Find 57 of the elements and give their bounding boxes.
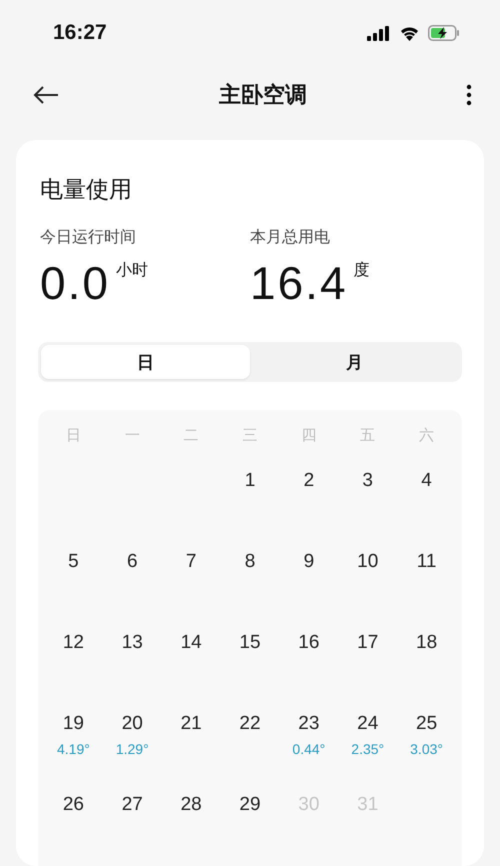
calendar-day[interactable]: 6 — [126, 551, 138, 573]
back-button[interactable] — [32, 85, 60, 105]
stat-value: 16.4 — [250, 260, 348, 306]
calendar-day[interactable]: 23 — [298, 713, 320, 735]
calendar-day[interactable]: 17 — [357, 632, 378, 654]
weekday-label: 三 — [242, 426, 258, 446]
stat-label: 今日运行时间 — [40, 227, 137, 248]
day-usage: 2.35° — [351, 741, 384, 757]
day-usage: 1.29° — [116, 741, 149, 757]
calendar-day[interactable]: 5 — [68, 551, 79, 573]
weekday-label: 日 — [66, 426, 81, 446]
calendar-day[interactable]: 9 — [304, 551, 314, 573]
weekday-label: 五 — [360, 426, 376, 446]
day-usage: 4.19° — [56, 741, 90, 757]
calendar-day[interactable]: 16 — [298, 632, 320, 654]
period-tab[interactable]: 日 — [41, 345, 250, 379]
weekday-label: 六 — [419, 426, 434, 446]
calendar-day[interactable]: 7 — [186, 551, 196, 573]
calendar-day[interactable]: 20 — [122, 713, 143, 735]
calendar-day[interactable]: 10 — [357, 551, 378, 573]
calendar-day[interactable]: 22 — [239, 713, 261, 735]
calendar-day[interactable]: 28 — [180, 794, 202, 816]
stat-unit: 度 — [354, 260, 370, 281]
calendar-day[interactable]: 26 — [62, 794, 84, 816]
calendar-day[interactable]: 21 — [180, 713, 202, 735]
calendar-day[interactable]: 4 — [421, 470, 432, 492]
day-usage: 3.03° — [410, 741, 443, 757]
calendar-day[interactable]: 14 — [180, 632, 202, 654]
signal-icon — [367, 26, 391, 40]
battery-charging-icon — [428, 25, 460, 41]
calendar-day[interactable]: 19 — [62, 713, 84, 735]
stat-unit: 小时 — [116, 260, 148, 281]
calendar-day[interactable]: 24 — [357, 713, 378, 735]
page-title: 主卧空调 — [219, 82, 307, 110]
weekday-label: 四 — [301, 426, 316, 446]
calendar-day[interactable]: 15 — [239, 632, 261, 654]
weekday-label: 一 — [124, 426, 140, 446]
more-menu-button[interactable] — [466, 84, 472, 106]
card-title: 电量使用 — [40, 176, 133, 205]
calendar-day[interactable]: 25 — [416, 713, 438, 735]
calendar-day[interactable]: 18 — [416, 632, 438, 654]
calendar-day[interactable]: 2 — [304, 470, 314, 492]
calendar-day[interactable]: 27 — [122, 794, 143, 816]
weekday-label: 二 — [184, 426, 199, 446]
calendar-day[interactable]: 3 — [362, 470, 373, 492]
period-tab[interactable]: 月 — [250, 345, 459, 379]
calendar-day[interactable]: 8 — [244, 551, 256, 573]
calendar-day[interactable]: 12 — [62, 632, 84, 654]
calendar-day[interactable]: 13 — [122, 632, 143, 654]
status-time: 16:27 — [53, 21, 107, 45]
calendar-day[interactable]: 11 — [416, 551, 436, 573]
wifi-icon — [399, 25, 420, 41]
stat-value: 0.0 — [40, 260, 110, 306]
calendar-day[interactable]: 29 — [239, 794, 261, 816]
calendar-day[interactable]: 1 — [244, 470, 256, 492]
stat-label: 本月总用电 — [250, 227, 331, 248]
day-usage: 0.44° — [292, 741, 326, 757]
